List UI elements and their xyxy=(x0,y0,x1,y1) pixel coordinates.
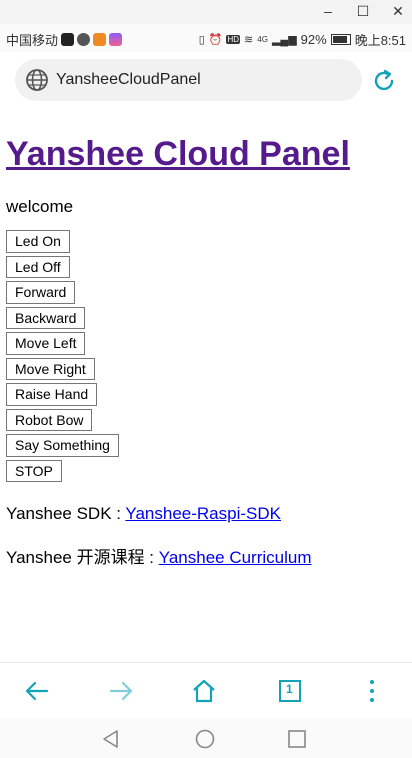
forward-button[interactable]: Forward xyxy=(6,281,76,304)
curriculum-label: Yanshee 开源课程 : xyxy=(6,548,159,567)
curriculum-row: Yanshee 开源课程 : Yanshee Curriculum xyxy=(6,547,406,569)
hd-icon: HD xyxy=(226,35,241,44)
clock: 晚上8:51 xyxy=(354,33,406,48)
welcome-text: welcome xyxy=(6,197,74,216)
robot-bow-button[interactable]: Robot Bow xyxy=(6,408,93,431)
wifi-icon: ≋ xyxy=(244,34,254,46)
system-home-icon[interactable] xyxy=(194,728,216,755)
back-arrow-icon[interactable] xyxy=(23,677,53,705)
browser-toolbar: 1 xyxy=(0,662,412,718)
tabs-icon[interactable]: 1 xyxy=(276,677,306,705)
forward-arrow-icon[interactable] xyxy=(107,677,137,705)
status-bar: 中国移动 ▯ ⏰ HD ≋ 4G ▂▄▆ 92% 晚上8:51 xyxy=(0,24,412,52)
page-content: Yanshee Cloud Panel welcome Led On Led O… xyxy=(6,120,406,569)
system-back-icon[interactable] xyxy=(100,728,122,755)
move-left-button[interactable]: Move Left xyxy=(6,332,86,355)
url-text[interactable]: YansheeCloudPanel xyxy=(56,71,201,89)
minimize-button[interactable]: – xyxy=(318,2,338,20)
led-off-button[interactable]: Led Off xyxy=(6,255,70,278)
carrier-name: 中国移动 xyxy=(6,33,59,48)
led-on-button[interactable]: Led On xyxy=(6,230,70,253)
sdk-label: Yanshee SDK : xyxy=(6,504,126,523)
battery-percent: 92% xyxy=(300,32,327,47)
stop-button[interactable]: STOP xyxy=(6,459,62,482)
raise-hand-button[interactable]: Raise Hand xyxy=(6,383,98,406)
sdk-link[interactable]: Yanshee-Raspi-SDK xyxy=(125,504,281,523)
window-titlebar: – ☐ ✕ xyxy=(0,0,412,24)
app-shortcut-icon xyxy=(109,33,123,46)
reload-icon[interactable] xyxy=(370,67,398,100)
home-icon[interactable] xyxy=(190,677,220,705)
rss-icon xyxy=(93,33,107,46)
say-something-button[interactable]: Say Something xyxy=(6,434,119,457)
maximize-button[interactable]: ☐ xyxy=(353,2,373,20)
robot-controls: Led On Led Off Forward Backward Move Lef… xyxy=(6,230,406,485)
globe-icon xyxy=(25,68,49,97)
backward-button[interactable]: Backward xyxy=(6,306,86,329)
address-bar[interactable]: YansheeCloudPanel xyxy=(15,59,362,101)
system-recents-icon[interactable] xyxy=(286,728,308,755)
system-nav-bar xyxy=(0,718,412,758)
network-type: 4G xyxy=(257,35,268,44)
vibrate-icon: ▯ xyxy=(198,34,205,46)
sdk-row: Yanshee SDK : Yanshee-Raspi-SDK xyxy=(6,503,406,525)
alarm-icon: ⏰ xyxy=(208,34,223,46)
close-button[interactable]: ✕ xyxy=(388,2,408,20)
page-title-link[interactable]: Yanshee Cloud Panel xyxy=(6,135,350,173)
curriculum-link[interactable]: Yanshee Curriculum xyxy=(159,548,312,567)
tiktok-icon xyxy=(61,33,75,46)
tab-count: 1 xyxy=(286,682,293,696)
more-menu-icon[interactable] xyxy=(358,677,388,705)
signal-icon: ▂▄▆ xyxy=(271,34,297,46)
app-icon xyxy=(77,33,91,46)
move-right-button[interactable]: Move Right xyxy=(6,357,95,380)
battery-icon xyxy=(330,34,351,45)
page-title: Yanshee Cloud Panel xyxy=(6,132,406,176)
